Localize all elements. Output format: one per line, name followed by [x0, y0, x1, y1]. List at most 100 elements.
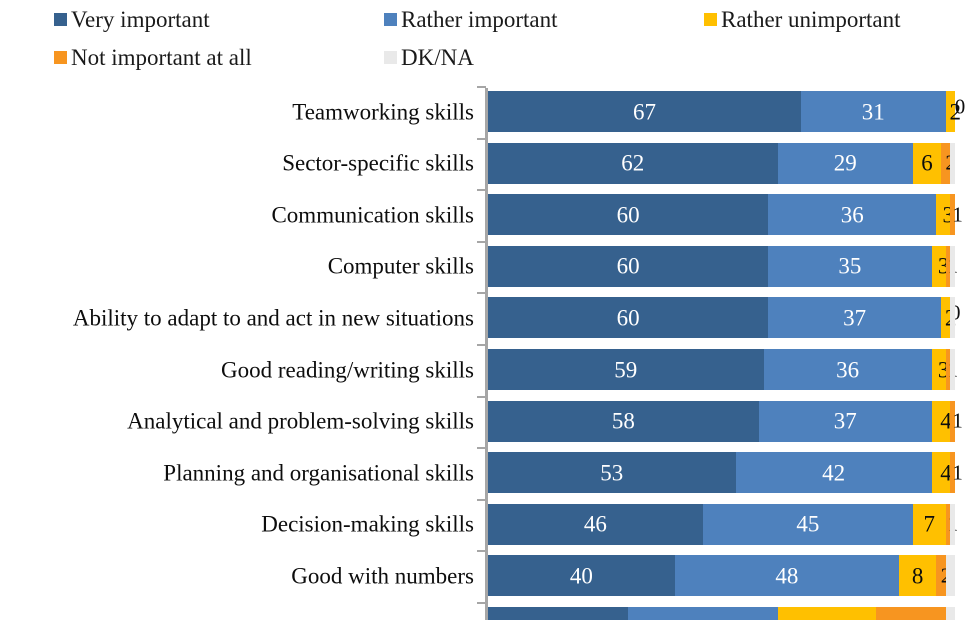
bar-segment-rather-important[interactable]: 42 [735, 452, 932, 494]
bar-track: 40 48 82 [488, 555, 955, 597]
bar-segment-rather-unimportant[interactable]: 3 [936, 194, 954, 236]
axis-tick [477, 447, 486, 450]
legend-item-4[interactable]: DK/NA [384, 46, 474, 69]
bar-segment-not-important-at-all[interactable] [875, 607, 946, 620]
legend-swatch-rather-unimportant [704, 13, 717, 26]
bar-segment-rather-unimportant[interactable]: 3 [931, 245, 949, 287]
bar-segment-very-important[interactable]: 62 [488, 142, 778, 184]
bar-segment-very-important[interactable]: 60 [488, 297, 769, 339]
bar-segment-rather-important[interactable]: 31 [800, 91, 946, 132]
legend-item-0[interactable]: Very important [54, 8, 210, 31]
category-label: Teamworking skills [292, 99, 474, 124]
bar-segment-rather-unimportant[interactable]: 4 [931, 452, 952, 494]
legend-item-label: Not important at all [71, 45, 252, 70]
bar-segment-dk-na[interactable] [950, 142, 955, 184]
bar-segment-not-important-at-all[interactable]: 1 [950, 452, 963, 494]
bar-segment-value: 37 [843, 305, 867, 331]
bar-row: Analytical and problem-solving skills 58 3… [0, 400, 971, 442]
legend-item-label: Rather important [401, 7, 558, 32]
bar-segment-dk-na[interactable] [950, 349, 955, 390]
plot-area: Teamworking skills 67 31 2 0 Sector-specific … [0, 86, 971, 620]
bar-segment-very-important[interactable]: 58 [488, 400, 759, 442]
bar-segment-rather-important[interactable]: 29 [777, 142, 913, 184]
bar-segment-value: 58 [611, 408, 635, 434]
bar-segment-value: 6 [921, 150, 933, 176]
bar-segment-not-important-at-all[interactable]: 2 [940, 142, 956, 184]
bar-row: Good with numbers 40 48 82 [0, 555, 971, 597]
bar-segment-rather-important[interactable]: 45 [702, 503, 913, 545]
bar-segment-dk-na[interactable] [950, 297, 955, 339]
bar-segment-value: 35 [838, 253, 862, 279]
bar-segment-value: 60 [616, 305, 640, 331]
bar-segment-rather-important[interactable]: 37 [768, 297, 941, 339]
bar-segment-very-important[interactable]: 40 [488, 555, 675, 597]
bar-row: Teamworking skills 67 31 2 0 [0, 91, 971, 132]
bar-segment-not-important-at-all[interactable]: 1 [950, 400, 963, 442]
bar-segment-value: 4 [940, 460, 952, 486]
bar-segment-rather-unimportant[interactable]: 6 [912, 142, 941, 184]
bar-segment-very-important[interactable]: 53 [488, 452, 736, 494]
bar-segment-rather-important[interactable]: 35 [768, 245, 932, 287]
bar-segment-dk-na[interactable] [945, 555, 955, 597]
bar-segment-rather-unimportant[interactable]: 4 [931, 400, 952, 442]
bar-segment-dk-na[interactable] [945, 607, 955, 620]
category-label: Computer skills [327, 253, 474, 279]
bar-segment-very-important[interactable]: 60 [488, 245, 769, 287]
bar-segment-dk-na[interactable] [950, 245, 955, 287]
axis-tick [477, 344, 486, 346]
bar-track: 603531 [488, 245, 958, 287]
bar-segment-value: 8 [911, 563, 924, 589]
bar-segment-rather-unimportant[interactable] [777, 607, 876, 620]
bar-row: Good reading/writing skills593631 [0, 349, 971, 390]
bar-segment-value: 36 [836, 357, 860, 382]
bar-track: 60 36 3 1 [488, 194, 963, 236]
bar-segment-value: 60 [616, 202, 640, 228]
bar-segment-rather-important[interactable]: 36 [768, 194, 937, 236]
bar-segment-rather-important[interactable] [628, 607, 778, 620]
bar-segment-very-important[interactable]: 60 [488, 194, 769, 236]
bar-segment-not-important-at-all[interactable]: 1 [950, 194, 963, 236]
legend-swatch-rather-important [384, 13, 397, 26]
bar-track: 58 37 4 1 [488, 400, 963, 442]
category-label: Communication skills [271, 202, 474, 228]
bar-segment-not-important-at-all[interactable]: 2 [936, 555, 951, 597]
bar-segment-very-important[interactable]: 67 [488, 91, 801, 132]
legend-item-label: Rather unimportant [721, 7, 901, 32]
legend-item-3[interactable]: Not important at all [54, 46, 252, 69]
bar-segment-value: 62 [621, 150, 645, 176]
bar-segment-rather-unimportant[interactable]: 2 [945, 91, 961, 132]
legend-item-2[interactable]: Rather unimportant [704, 8, 901, 31]
stacked-bar-chart: Very important Rather important Rather uni… [0, 0, 971, 620]
bar-row: Ability to adapt to and act in new situa… [0, 297, 971, 339]
bar-segment-rather-important[interactable]: 37 [758, 400, 932, 442]
legend-item-1[interactable]: Rather important [384, 8, 558, 31]
bar-row: Communication skills 60 36 3 1 [0, 194, 971, 236]
bar-segment-rather-important[interactable]: 48 [674, 555, 899, 597]
bar-segment-rather-unimportant[interactable]: 3 [931, 349, 949, 390]
legend-item-label: Very important [71, 7, 210, 32]
bar-segment-very-important[interactable] [488, 607, 629, 620]
legend-swatch-very-important [54, 13, 67, 26]
bar-segment-rather-unimportant[interactable]: 2 [940, 297, 956, 339]
bar-segment-rather-unimportant[interactable]: 8 [898, 555, 937, 597]
bar-segment-value: 40 [569, 563, 593, 589]
axis-tick [477, 137, 486, 140]
axis-tick [477, 292, 486, 295]
bar-segment-value: 42 [822, 460, 846, 486]
bar-segment-rather-unimportant[interactable]: 7 [912, 503, 946, 545]
bar-segment-value: 53 [600, 460, 624, 486]
bar-row: Computer skills603531 [0, 245, 971, 287]
bar-segment-very-important[interactable]: 46 [488, 503, 703, 545]
chart-legend: Very important Rather important Rather uni… [0, 0, 971, 88]
legend-item-label: DK/NA [401, 45, 474, 70]
axis-tick [477, 86, 486, 88]
bar-track: 67 31 2 0 [488, 91, 965, 132]
bar-segment-dk-na[interactable] [950, 503, 955, 545]
bar-segment-very-important[interactable]: 59 [488, 349, 764, 390]
bar-segment-rather-important[interactable]: 36 [763, 349, 932, 390]
category-label: Ability to adapt to and act in new situa… [72, 305, 474, 331]
axis-tick [477, 602, 486, 604]
bar-segment-value: 67 [632, 99, 656, 124]
bar-row-partial [0, 607, 971, 620]
bar-row: Decision-making skills464571 [0, 503, 971, 545]
